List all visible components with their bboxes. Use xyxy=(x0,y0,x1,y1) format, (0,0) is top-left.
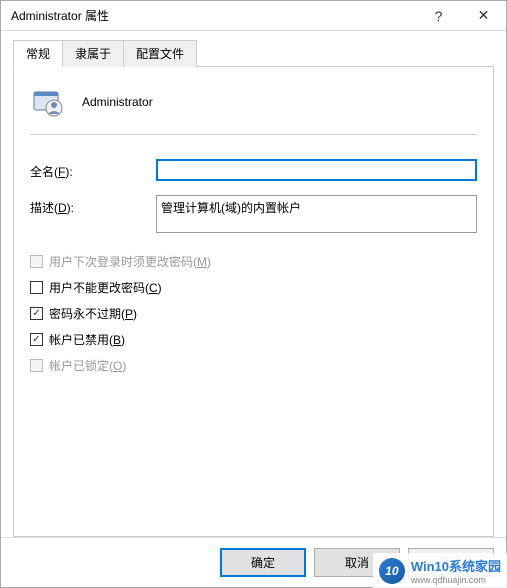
checkbox-account-locked-label: 帐户已锁定(O) xyxy=(49,357,126,374)
checkbox-must-change xyxy=(30,255,43,268)
divider xyxy=(30,134,477,135)
checkbox-never-expires-label: 密码永不过期(P) xyxy=(49,305,137,322)
checkbox-account-disabled-row[interactable]: 帐户已禁用(B) xyxy=(30,331,477,348)
dialog-window: Administrator 属性 ? ✕ 常规 隶属于 配置文件 xyxy=(0,0,507,588)
checkbox-must-change-row: 用户下次登录时须更改密码(M) xyxy=(30,253,477,270)
user-icon xyxy=(30,84,66,120)
description-input[interactable] xyxy=(156,195,477,233)
window-title: Administrator 属性 xyxy=(11,7,109,24)
checkbox-account-disabled[interactable] xyxy=(30,333,43,346)
watermark-main: Win10系统家园 xyxy=(411,556,501,575)
checkbox-never-expires-row[interactable]: 密码永不过期(P) xyxy=(30,305,477,322)
titlebar: Administrator 属性 ? ✕ xyxy=(1,1,506,31)
checkbox-must-change-label: 用户下次登录时须更改密码(M) xyxy=(49,253,211,270)
checkbox-account-locked-row: 帐户已锁定(O) xyxy=(30,357,477,374)
user-name-label: Administrator xyxy=(82,95,153,109)
checkbox-never-expires[interactable] xyxy=(30,307,43,320)
fullname-row: 全名(F): xyxy=(30,159,477,181)
checkbox-cannot-change-row[interactable]: 用户不能更改密码(C) xyxy=(30,279,477,296)
close-button[interactable]: ✕ xyxy=(461,1,506,30)
user-header: Administrator xyxy=(30,84,477,120)
titlebar-controls: ? ✕ xyxy=(416,1,506,30)
checkbox-section: 用户下次登录时须更改密码(M) 用户不能更改密码(C) 密码永不过期(P) 帐户… xyxy=(30,253,477,374)
checkbox-cannot-change-label: 用户不能更改密码(C) xyxy=(49,279,162,296)
fullname-input[interactable] xyxy=(156,159,477,181)
checkbox-account-locked xyxy=(30,359,43,372)
checkbox-account-disabled-label: 帐户已禁用(B) xyxy=(49,331,125,348)
content-area: 常规 隶属于 配置文件 Administrator 全 xyxy=(1,31,506,537)
watermark-logo-icon: 10 xyxy=(379,558,405,584)
tab-body-general: Administrator 全名(F): 描述(D): 用户下次登录时须更改密码… xyxy=(13,66,494,537)
description-label: 描述(D): xyxy=(30,195,156,216)
watermark-sub: www.qdhuajin.com xyxy=(411,575,501,585)
checkbox-cannot-change[interactable] xyxy=(30,281,43,294)
watermark-text: Win10系统家园 www.qdhuajin.com xyxy=(411,556,501,585)
tab-general[interactable]: 常规 xyxy=(13,40,63,67)
tab-memberof[interactable]: 隶属于 xyxy=(62,40,124,67)
ok-button[interactable]: 确定 xyxy=(220,548,306,577)
tab-header: 常规 隶属于 配置文件 xyxy=(13,39,494,67)
watermark: 10 Win10系统家园 www.qdhuajin.com xyxy=(373,553,507,588)
help-button[interactable]: ? xyxy=(416,1,461,30)
tab-profile[interactable]: 配置文件 xyxy=(123,40,197,67)
fullname-label: 全名(F): xyxy=(30,159,156,180)
description-row: 描述(D): xyxy=(30,195,477,233)
